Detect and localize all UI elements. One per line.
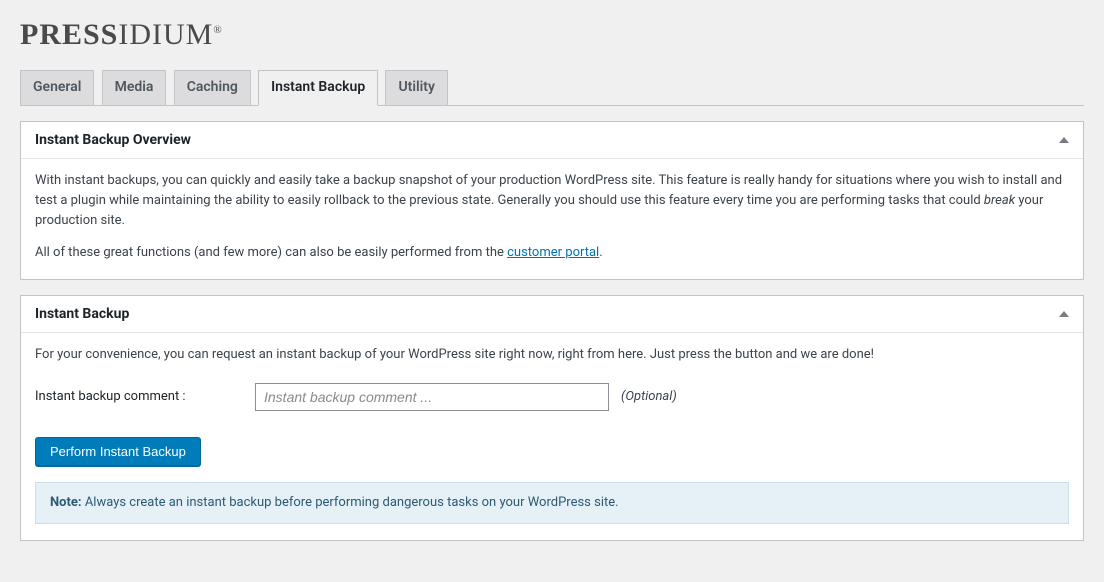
overview-panel-header[interactable]: Instant Backup Overview: [21, 122, 1083, 159]
backup-note-text: Always create an instant backup before p…: [82, 495, 619, 510]
backup-panel-header[interactable]: Instant Backup: [21, 296, 1083, 333]
customer-portal-link[interactable]: customer portal: [507, 245, 599, 260]
backup-comment-input[interactable]: [255, 383, 609, 411]
chevron-up-icon: [1059, 137, 1069, 143]
overview-panel: Instant Backup Overview With instant bac…: [20, 121, 1084, 281]
backup-comment-row: Instant backup comment : (Optional): [35, 383, 1069, 411]
backup-note-box: Note: Always create an instant backup be…: [35, 482, 1069, 524]
backup-comment-label: Instant backup comment :: [35, 387, 255, 407]
overview-paragraph-1: With instant backups, you can quickly an…: [35, 171, 1069, 231]
overview-paragraph-2: All of these great functions (and few mo…: [35, 243, 1069, 263]
brand-logo: PRESSIDIUM®: [20, 18, 1084, 52]
tab-instant-backup[interactable]: Instant Backup: [258, 70, 378, 106]
overview-panel-body: With instant backups, you can quickly an…: [21, 159, 1083, 280]
backup-panel-title: Instant Backup: [35, 306, 129, 322]
tab-media[interactable]: Media: [102, 70, 167, 105]
perform-instant-backup-button[interactable]: Perform Instant Backup: [35, 437, 201, 466]
backup-panel: Instant Backup For your convenience, you…: [20, 295, 1084, 541]
tab-utility[interactable]: Utility: [385, 70, 447, 105]
backup-comment-optional: (Optional): [621, 387, 677, 407]
overview-panel-title: Instant Backup Overview: [35, 132, 191, 148]
tab-general[interactable]: General: [20, 70, 94, 105]
backup-note-prefix: Note:: [50, 495, 82, 510]
chevron-up-icon: [1059, 311, 1069, 317]
tab-caching[interactable]: Caching: [174, 70, 251, 105]
backup-panel-body: For your convenience, you can request an…: [21, 333, 1083, 540]
tabs-bar: General Media Caching Instant Backup Uti…: [20, 70, 1084, 106]
backup-intro-text: For your convenience, you can request an…: [35, 345, 1069, 365]
